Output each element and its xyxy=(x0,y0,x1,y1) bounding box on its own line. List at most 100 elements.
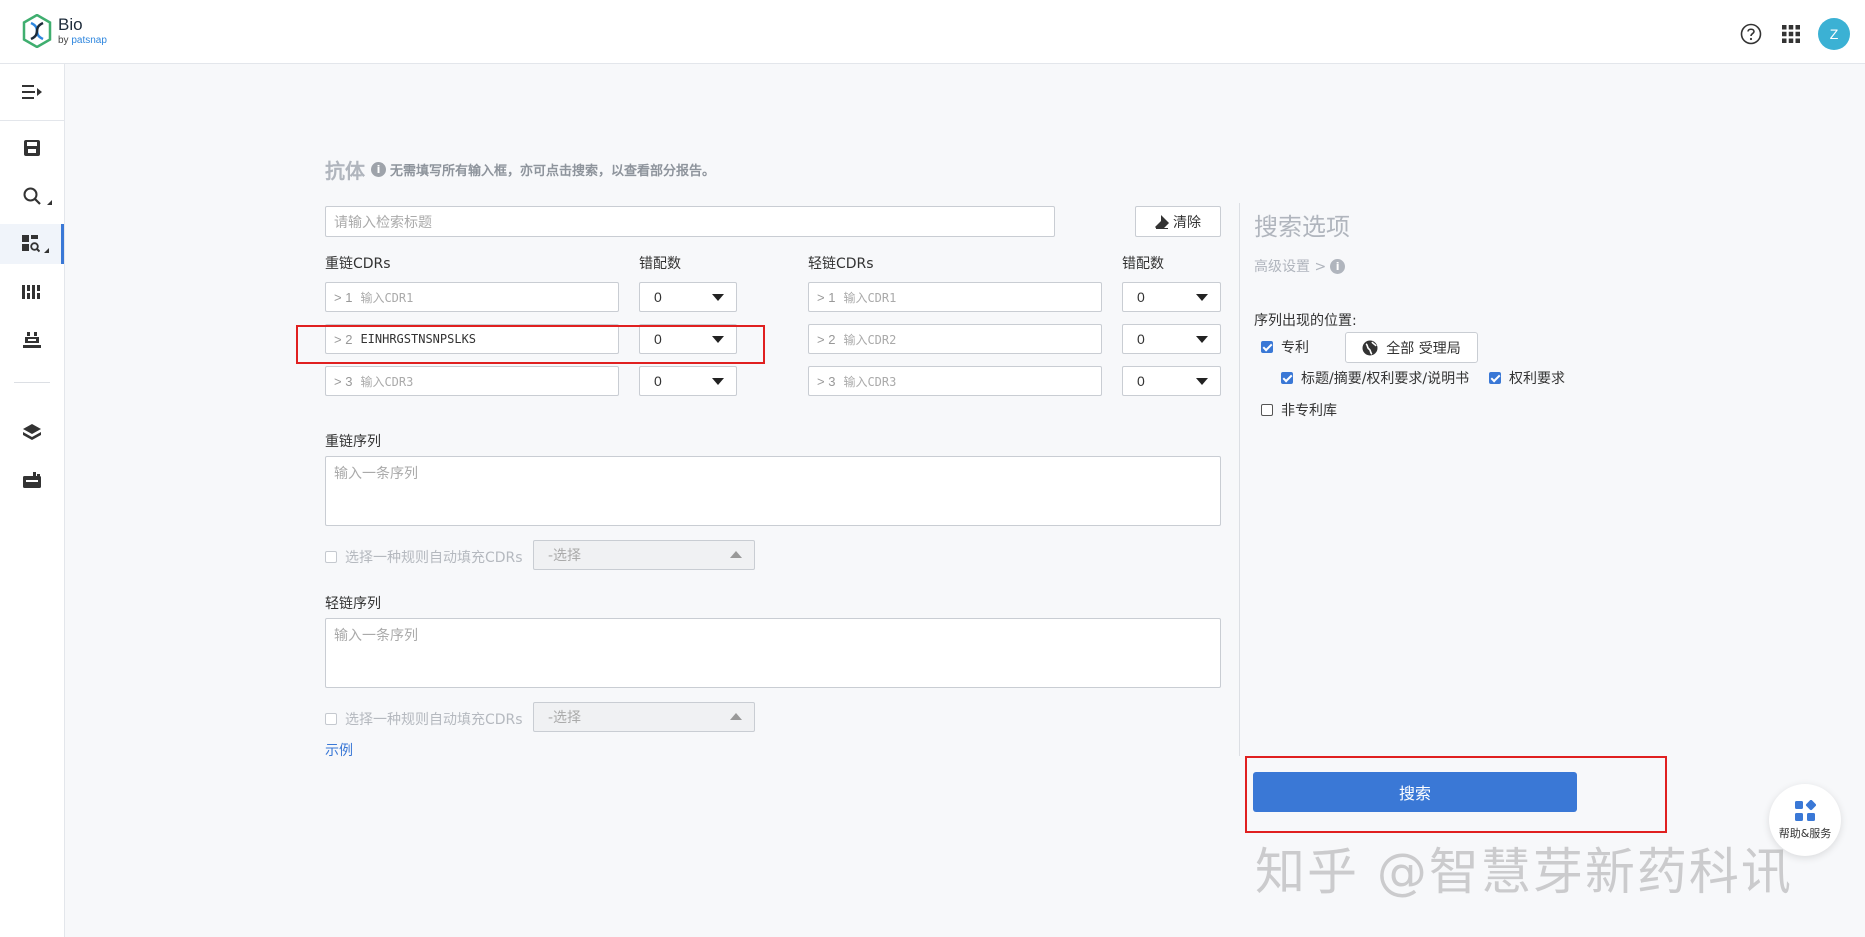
claims-option[interactable]: 权利要求 xyxy=(1489,368,1565,388)
heavy-cdrs-label: 重链CDRs xyxy=(325,256,391,272)
cdr-placeholder: 输入CDR3 xyxy=(843,374,897,389)
light-cdr3-mismatch-select[interactable]: 0 xyxy=(1122,366,1221,396)
info-icon[interactable]: i xyxy=(1330,258,1346,274)
light-autofill-checkbox[interactable] xyxy=(325,713,337,725)
cdr-placeholder: 输入CDR1 xyxy=(843,290,897,305)
heavy-autofill-row[interactable]: 选择一种规则自动填充CDRs xyxy=(325,547,523,567)
caret-down-icon xyxy=(712,294,724,301)
cdr-prefix: > 3 xyxy=(334,373,353,389)
caret-down-icon xyxy=(1196,294,1208,301)
patent-option[interactable]: 专利 xyxy=(1261,337,1309,357)
heavy-cdr1-mismatch-select[interactable]: 0 xyxy=(639,282,737,312)
help-circle-icon[interactable] xyxy=(1738,21,1764,47)
search-icon[interactable] xyxy=(0,176,64,216)
logo-name: Bio xyxy=(58,15,83,34)
select-value: 0 xyxy=(1137,373,1145,389)
select-placeholder: -选择 xyxy=(548,710,582,726)
light-seq-textarea[interactable]: 输入一条序列 xyxy=(325,618,1221,688)
heavy-cdr1-input[interactable]: > 1 输入CDR1 xyxy=(325,282,619,312)
heavy-seq-label: 重链序列 xyxy=(325,434,381,450)
folder-chart-icon[interactable] xyxy=(0,460,64,500)
watermark: 知乎 @智慧芽新药科讯 xyxy=(1255,843,1793,901)
title-abstract-label: 标题/摘要/权利要求/说明书 xyxy=(1301,371,1470,387)
office-button[interactable]: 全部 受理局 xyxy=(1345,332,1478,363)
heavy-seq-textarea[interactable]: 输入一条序列 xyxy=(325,456,1221,526)
cdr-prefix: > 1 xyxy=(817,289,836,305)
light-cdr1-mismatch-select[interactable]: 0 xyxy=(1122,282,1221,312)
patsnap-bio-logo-icon xyxy=(22,14,52,48)
sidebar-divider xyxy=(0,120,64,121)
apps-grid-icon[interactable] xyxy=(1778,21,1804,47)
save-icon[interactable] xyxy=(0,128,64,168)
light-cdr3-input[interactable]: > 3 输入CDR3 xyxy=(808,366,1102,396)
top-bar: Bio by patsnap Z xyxy=(0,0,1865,64)
caret-up-icon xyxy=(730,551,742,558)
position-label: 序列出现的位置: xyxy=(1254,313,1357,329)
title-abstract-checkbox[interactable] xyxy=(1281,372,1293,384)
heavy-cdr3-input[interactable]: > 3 输入CDR3 xyxy=(325,366,619,396)
logo-by: by xyxy=(58,35,69,46)
logo-brand: patsnap xyxy=(71,35,107,46)
heavy-autofill-label: 选择一种规则自动填充CDRs xyxy=(345,550,523,566)
light-autofill-row[interactable]: 选择一种规则自动填充CDRs xyxy=(325,709,523,729)
cdr-prefix: > 1 xyxy=(334,289,353,305)
heavy-autofill-checkbox[interactable] xyxy=(325,551,337,563)
light-cdr1-input[interactable]: > 1 输入CDR1 xyxy=(808,282,1102,312)
patent-checkbox[interactable] xyxy=(1261,341,1273,353)
globe-icon xyxy=(1362,340,1378,355)
info-icon[interactable]: i xyxy=(371,162,386,177)
form-hint: 无需填写所有输入框，亦可点击搜索，以查看部分报告。 xyxy=(390,164,716,179)
highlight-box xyxy=(296,325,765,364)
search-title-input[interactable]: 请输入检索标题 xyxy=(325,206,1055,237)
light-cdrs-label: 轻链CDRs xyxy=(808,256,874,272)
select-value: 0 xyxy=(1137,289,1145,305)
dashboard-search-icon[interactable] xyxy=(0,224,64,264)
title-abstract-option[interactable]: 标题/摘要/权利要求/说明书 xyxy=(1281,368,1469,388)
caret-down-icon xyxy=(712,378,724,385)
sequence-icon[interactable] xyxy=(0,272,64,312)
layers-icon[interactable] xyxy=(0,412,64,452)
light-mismatch-label: 错配数 xyxy=(1122,256,1164,272)
cdr-prefix: > 2 xyxy=(817,331,836,347)
patent-label: 专利 xyxy=(1281,340,1309,356)
highlight-box xyxy=(1245,756,1667,833)
caret-up-icon xyxy=(730,713,742,720)
claims-checkbox[interactable] xyxy=(1489,372,1501,384)
non-patent-label: 非专利库 xyxy=(1281,403,1337,419)
light-autofill-label: 选择一种规则自动填充CDRs xyxy=(345,712,523,728)
heavy-mismatch-label: 错配数 xyxy=(639,256,681,272)
options-title: 搜索选项 xyxy=(1254,213,1350,241)
clear-button[interactable]: 清除 xyxy=(1135,206,1221,237)
cdr-placeholder: 输入CDR1 xyxy=(360,290,414,305)
light-rule-select[interactable]: -选择 xyxy=(533,702,755,732)
avatar[interactable]: Z xyxy=(1818,18,1850,50)
light-cdr2-input[interactable]: > 2 输入CDR2 xyxy=(808,324,1102,354)
sidebar xyxy=(0,64,65,937)
form-header: 抗体 i 无需填写所有输入框，亦可点击搜索，以查看部分报告。 xyxy=(325,155,715,184)
non-patent-option[interactable]: 非专利库 xyxy=(1261,400,1337,420)
sidebar-divider xyxy=(14,382,50,383)
menu-collapse-icon[interactable] xyxy=(0,72,64,112)
light-cdr2-mismatch-select[interactable]: 0 xyxy=(1122,324,1221,354)
office-label: 全部 受理局 xyxy=(1386,340,1461,357)
select-value: 0 xyxy=(1137,331,1145,347)
select-value: 0 xyxy=(654,289,662,305)
lab-icon[interactable] xyxy=(0,320,64,360)
caret-down-icon xyxy=(1196,336,1208,343)
logo[interactable]: Bio by patsnap xyxy=(22,14,107,48)
heavy-cdr3-mismatch-select[interactable]: 0 xyxy=(639,366,737,396)
select-value: 0 xyxy=(654,373,662,389)
light-seq-label: 轻链序列 xyxy=(325,596,381,612)
clear-label: 清除 xyxy=(1173,214,1201,231)
cdr-placeholder: 输入CDR2 xyxy=(843,332,897,347)
panel-divider xyxy=(1239,203,1240,756)
heavy-rule-select[interactable]: -选择 xyxy=(533,540,755,570)
help-service-icon xyxy=(1795,799,1816,821)
example-link[interactable]: 示例 xyxy=(325,740,353,760)
advanced-label: 高级设置 > xyxy=(1254,259,1327,275)
cdr-placeholder: 输入CDR3 xyxy=(360,374,414,389)
cdr-prefix: > 3 xyxy=(817,373,836,389)
caret-down-icon xyxy=(1196,378,1208,385)
advanced-settings-link[interactable]: 高级设置 > i xyxy=(1254,256,1346,276)
non-patent-checkbox[interactable] xyxy=(1261,404,1273,416)
